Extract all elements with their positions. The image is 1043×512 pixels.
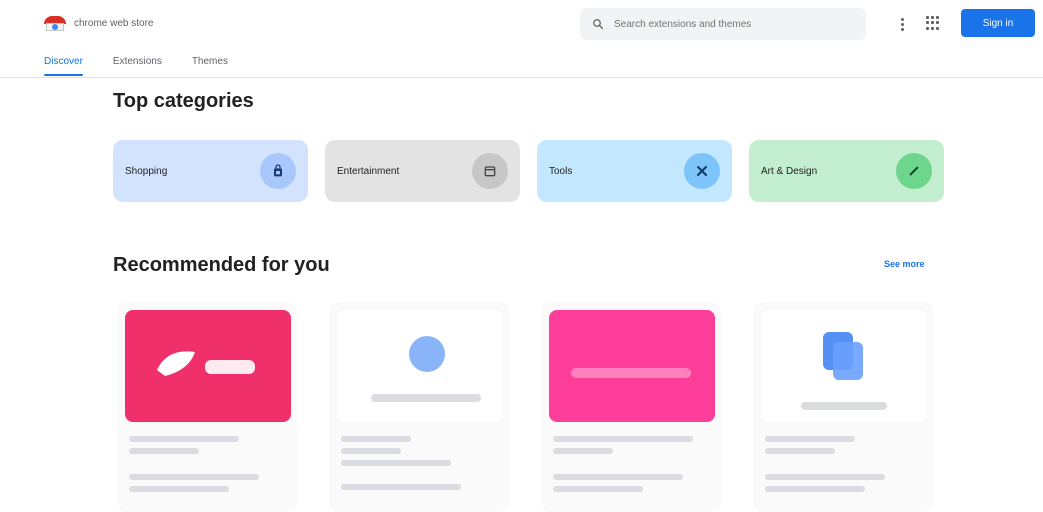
tools-icon xyxy=(684,153,720,189)
category-label: Entertainment xyxy=(337,165,400,177)
extension-thumbnail xyxy=(125,310,291,422)
tab-discover[interactable]: Discover xyxy=(44,56,83,76)
extension-thumbnail xyxy=(549,310,715,422)
recommended-card[interactable] xyxy=(541,302,721,512)
category-card-entertainment[interactable]: Entertainment xyxy=(325,140,520,202)
extension-thumbnail xyxy=(761,310,927,422)
recommended-card[interactable] xyxy=(753,302,933,512)
calendar-icon xyxy=(472,153,508,189)
nav-tabs: Discover Extensions Themes xyxy=(44,56,228,76)
category-card-shopping[interactable]: Shopping xyxy=(113,140,308,202)
chrome-web-store-logo-icon xyxy=(44,14,66,32)
store-name: chrome web store xyxy=(74,17,154,29)
top-categories-heading: Top categories xyxy=(113,90,254,112)
recommended-card[interactable] xyxy=(117,302,297,512)
recommended-card[interactable] xyxy=(329,302,509,512)
category-label: Tools xyxy=(549,165,573,177)
category-label: Art & Design xyxy=(761,165,818,177)
pencil-icon xyxy=(896,153,932,189)
store-logo[interactable]: chrome web store xyxy=(44,14,153,32)
search-input[interactable] xyxy=(612,17,832,31)
category-card-tools[interactable]: Tools xyxy=(537,140,732,202)
tab-themes[interactable]: Themes xyxy=(192,56,228,75)
more-options-icon[interactable] xyxy=(896,14,908,34)
category-card-art-design[interactable]: Art & Design xyxy=(749,140,944,202)
tab-extensions[interactable]: Extensions xyxy=(113,56,162,75)
search-bar[interactable] xyxy=(580,8,866,40)
shopping-bag-icon xyxy=(260,153,296,189)
google-apps-icon[interactable] xyxy=(926,16,940,30)
see-more-link[interactable]: See more xyxy=(884,259,925,269)
category-label: Shopping xyxy=(125,165,168,177)
top-header: chrome web store Discover Extensions The… xyxy=(0,0,1043,78)
extension-thumbnail xyxy=(337,310,503,422)
search-icon xyxy=(593,19,604,30)
recommended-heading: Recommended for you xyxy=(113,254,330,276)
sign-in-button[interactable]: Sign in xyxy=(961,9,1035,37)
